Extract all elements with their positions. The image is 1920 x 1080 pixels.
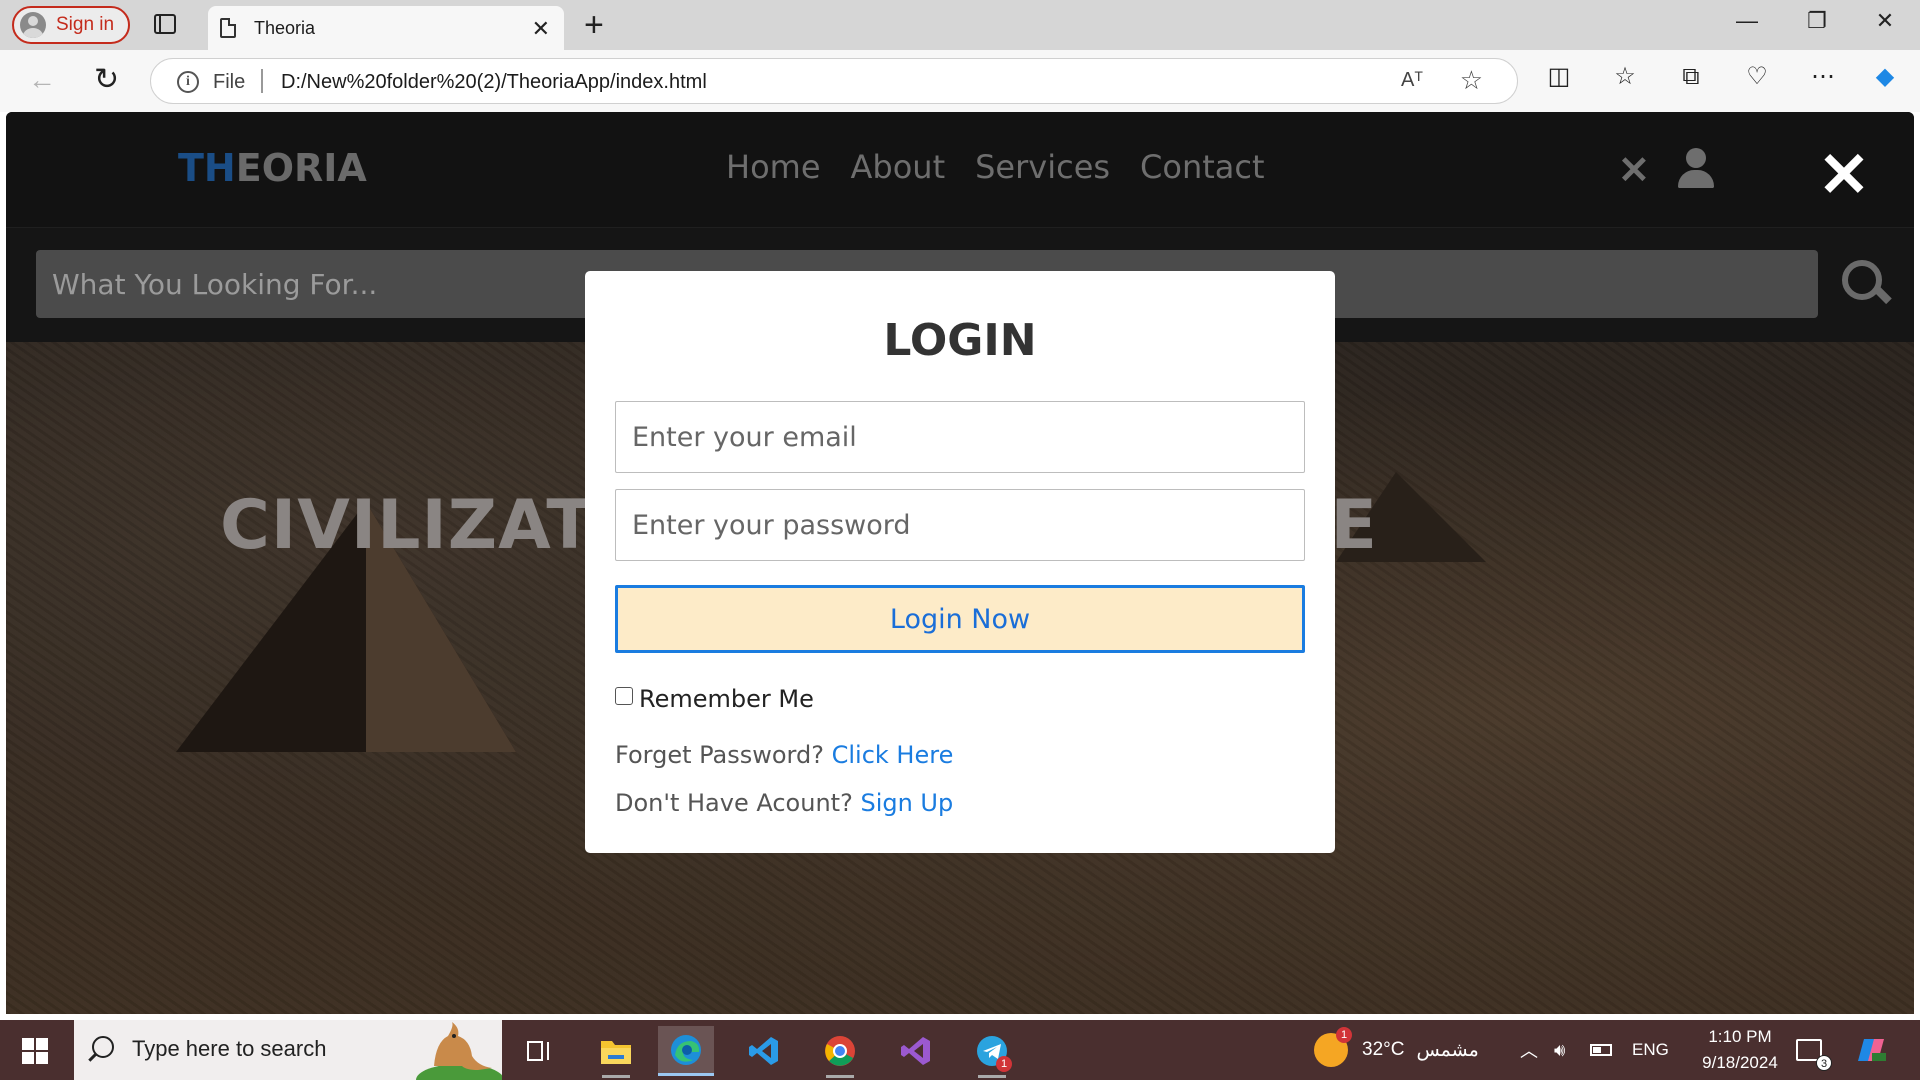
logo-part-2: EORIA	[235, 146, 367, 190]
nav-home[interactable]: Home	[726, 148, 821, 186]
address-bar[interactable]: i File D:/New%20folder%20(2)/TheoriaApp/…	[150, 58, 1518, 104]
favorite-star-icon[interactable]: ☆	[1460, 65, 1483, 96]
reload-icon[interactable]: ↻	[94, 62, 119, 97]
info-icon[interactable]: i	[177, 71, 199, 93]
battery-icon[interactable]	[1590, 1020, 1612, 1080]
signup-text: Don't Have Acount?	[615, 789, 853, 817]
forgot-password-link[interactable]: Click Here	[832, 741, 954, 769]
nav-contact[interactable]: Contact	[1140, 148, 1265, 186]
task-view-icon[interactable]	[512, 1026, 568, 1076]
tab-theoria[interactable]: Theoria ✕	[208, 6, 564, 50]
running-indicator	[826, 1075, 854, 1078]
logo-part-1: TH	[178, 146, 236, 190]
clock-date: 9/18/2024	[1702, 1053, 1778, 1072]
search-icon[interactable]	[1838, 258, 1888, 308]
restore-icon[interactable]: ❐	[1792, 8, 1842, 34]
kangaroo-search-highlight-icon	[416, 1022, 502, 1080]
split-screen-icon[interactable]: ◫	[1544, 62, 1574, 92]
nav-about[interactable]: About	[851, 148, 946, 186]
notification-count: 3	[1816, 1055, 1832, 1071]
new-tab-icon[interactable]: +	[584, 6, 604, 44]
weather-desc: مشمس	[1416, 1039, 1479, 1061]
clock-time: 1:10 PM	[1708, 1027, 1772, 1046]
nav-services[interactable]: Services	[975, 148, 1110, 186]
file-explorer-icon[interactable]	[588, 1026, 644, 1078]
minimize-icon[interactable]: —	[1722, 8, 1772, 34]
tab-actions-icon[interactable]	[154, 14, 176, 34]
tab-close-icon[interactable]: ✕	[532, 16, 550, 42]
login-close-icon[interactable]: ✕	[1818, 145, 1870, 207]
forgot-password-text: Forget Password?	[615, 741, 824, 769]
browser-tabstrip: Sign in Theoria ✕ + — ❐ ✕	[0, 0, 1920, 50]
weather-badge: 1	[1336, 1027, 1352, 1043]
running-indicator	[602, 1075, 630, 1078]
address-url[interactable]: D:/New%20folder%20(2)/TheoriaApp/index.h…	[281, 71, 707, 94]
taskbar-search[interactable]: Type here to search	[74, 1020, 502, 1080]
window-close-icon[interactable]: ✕	[1860, 8, 1910, 34]
tab-title: Theoria	[254, 17, 316, 38]
chrome-icon[interactable]	[812, 1026, 868, 1078]
browser-essentials-icon[interactable]: ♡	[1742, 62, 1772, 92]
telegram-badge: 1	[996, 1056, 1012, 1072]
collections-icon[interactable]: ⧉	[1676, 62, 1706, 92]
search-close-icon[interactable]: ✕	[1618, 148, 1650, 193]
show-hidden-icons-chevron-icon[interactable]: ︿	[1520, 1020, 1538, 1080]
clock[interactable]: 1:10 PM 9/18/2024	[1690, 1020, 1790, 1080]
login-title: LOGIN	[883, 315, 1037, 366]
visual-studio-icon[interactable]	[888, 1026, 944, 1076]
sun-icon: 1	[1314, 1027, 1352, 1067]
profile-avatar-icon	[20, 12, 46, 38]
remember-me-label: Remember Me	[639, 685, 814, 713]
address-divider	[261, 69, 263, 93]
signin-label: Sign in	[56, 14, 115, 35]
weather-widget[interactable]: 1 32°C مشمس	[1314, 1020, 1479, 1080]
login-button[interactable]: Login Now	[615, 585, 1305, 653]
running-indicator	[978, 1075, 1006, 1078]
password-field[interactable]	[615, 489, 1305, 561]
page-icon	[220, 18, 236, 38]
login-form: LOGIN Login Now Remember Me Forget Passw…	[585, 271, 1335, 853]
copilot-icon[interactable]: ◆	[1870, 62, 1900, 92]
windows-taskbar: Type here to search 1 1 32°C مشمس ︿ 🔊︎ E…	[0, 1020, 1920, 1080]
forgot-password-line: Forget Password? Click Here	[615, 741, 953, 769]
notifications-icon[interactable]: 3	[1796, 1020, 1832, 1080]
signup-link[interactable]: Sign Up	[860, 789, 953, 817]
site-logo[interactable]: THEORIA	[178, 146, 367, 190]
telegram-icon[interactable]: 1	[964, 1026, 1020, 1078]
taskbar-search-icon	[92, 1036, 114, 1058]
browser-toolbar: ← ↻ i File D:/New%20folder%20(2)/Theoria…	[0, 50, 1920, 112]
main-nav: Home About Services Contact	[726, 148, 1265, 186]
profile-signin-button[interactable]: Sign in	[12, 6, 130, 44]
vscode-icon[interactable]	[736, 1026, 792, 1076]
remember-me-checkbox[interactable]	[615, 687, 633, 705]
windows-start-icon[interactable]	[22, 1038, 48, 1064]
favorites-icon[interactable]: ☆	[1610, 62, 1640, 92]
site-header: THEORIA Home About Services Contact ✕ ✕	[6, 112, 1914, 228]
back-arrow-icon[interactable]: ←	[28, 64, 56, 96]
more-options-icon[interactable]: ⋯	[1808, 62, 1838, 92]
edge-browser-icon[interactable]	[658, 1026, 714, 1076]
signup-line: Don't Have Acount? Sign Up	[615, 789, 953, 817]
volume-icon[interactable]: 🔊︎	[1554, 1020, 1565, 1080]
email-field[interactable]	[615, 401, 1305, 473]
address-scheme: File	[213, 71, 246, 93]
taskbar-search-placeholder: Type here to search	[132, 1036, 327, 1061]
weather-temp: 32°C	[1362, 1039, 1405, 1060]
user-icon[interactable]	[1678, 148, 1714, 188]
copilot-taskbar-icon[interactable]	[1854, 1020, 1888, 1080]
language-indicator[interactable]: ENG	[1632, 1020, 1669, 1080]
read-aloud-icon[interactable]: Aᵀ	[1401, 69, 1423, 92]
remember-me[interactable]: Remember Me	[615, 685, 814, 713]
